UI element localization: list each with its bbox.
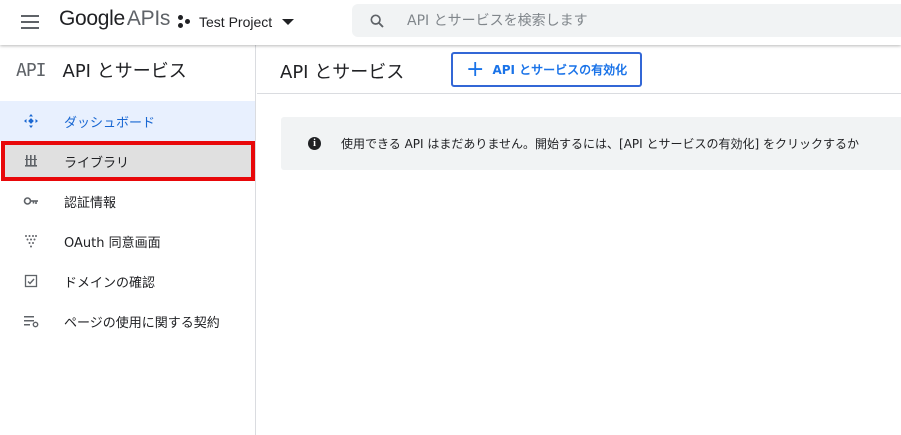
top-app-bar: GoogleAPIs Test Project: [0, 0, 901, 45]
dashboard-icon: [24, 114, 38, 128]
sidebar-item-label: 認証情報: [64, 195, 117, 211]
sidebar-item-label: ライブラリ: [64, 155, 130, 171]
page-title: API とサービス: [280, 62, 405, 83]
sidebar-item-page-usage-agreements[interactable]: ページの使用に関する契約: [0, 301, 255, 341]
project-icon: [178, 15, 192, 29]
enable-apis-button-label: API とサービスの有効化: [492, 63, 628, 77]
sidebar-item-library[interactable]: ライブラリ: [1, 141, 255, 181]
info-notice: i 使用できる API はまだありません。開始するには、[API とサービスの有…: [281, 117, 901, 170]
sidebar-item-label: ページの使用に関する契約: [64, 315, 220, 331]
sidebar-item-domain-verification[interactable]: ドメインの確認: [0, 261, 255, 301]
sidebar-item-label: ドメインの確認: [64, 275, 156, 291]
sidebar-item-credentials[interactable]: 認証情報: [0, 181, 255, 221]
sidebar-title: API とサービス: [62, 61, 187, 82]
library-icon: [25, 155, 37, 167]
sidebar: API API とサービス ダッシュボード ライブラリ 認証情報 OAuth 同…: [0, 45, 256, 435]
plus-icon: +: [466, 56, 485, 82]
project-name: Test Project: [199, 14, 273, 30]
oauth-consent-icon: [25, 235, 37, 248]
search-icon: [370, 13, 384, 28]
project-selector[interactable]: Test Project: [178, 10, 295, 34]
key-icon: [23, 197, 38, 205]
search-bar[interactable]: [352, 4, 901, 37]
logo-apis-text: APIs: [126, 7, 171, 30]
api-logo-icon: API: [16, 59, 46, 81]
dropdown-arrow-icon: [282, 19, 295, 25]
sidebar-item-label: ダッシュボード: [64, 115, 156, 131]
enable-apis-button[interactable]: + API とサービスの有効化: [451, 52, 642, 87]
domain-verification-icon: [24, 274, 38, 288]
sidebar-header: API API とサービス: [0, 45, 255, 95]
main-header: API とサービス + API とサービスの有効化: [257, 45, 901, 94]
sidebar-item-label: OAuth 同意画面: [64, 235, 161, 251]
logo-google-text: Google: [59, 7, 125, 30]
search-input[interactable]: [407, 12, 867, 29]
agreement-icon: [24, 316, 39, 328]
info-icon: i: [308, 137, 321, 150]
notice-text: 使用できる API はまだありません。開始するには、[API とサービスの有効化…: [341, 137, 859, 151]
sidebar-item-oauth-consent[interactable]: OAuth 同意画面: [0, 221, 255, 261]
google-apis-logo[interactable]: GoogleAPIs: [59, 7, 170, 31]
hamburger-menu-icon[interactable]: [18, 11, 44, 33]
sidebar-item-dashboard[interactable]: ダッシュボード: [0, 101, 255, 141]
